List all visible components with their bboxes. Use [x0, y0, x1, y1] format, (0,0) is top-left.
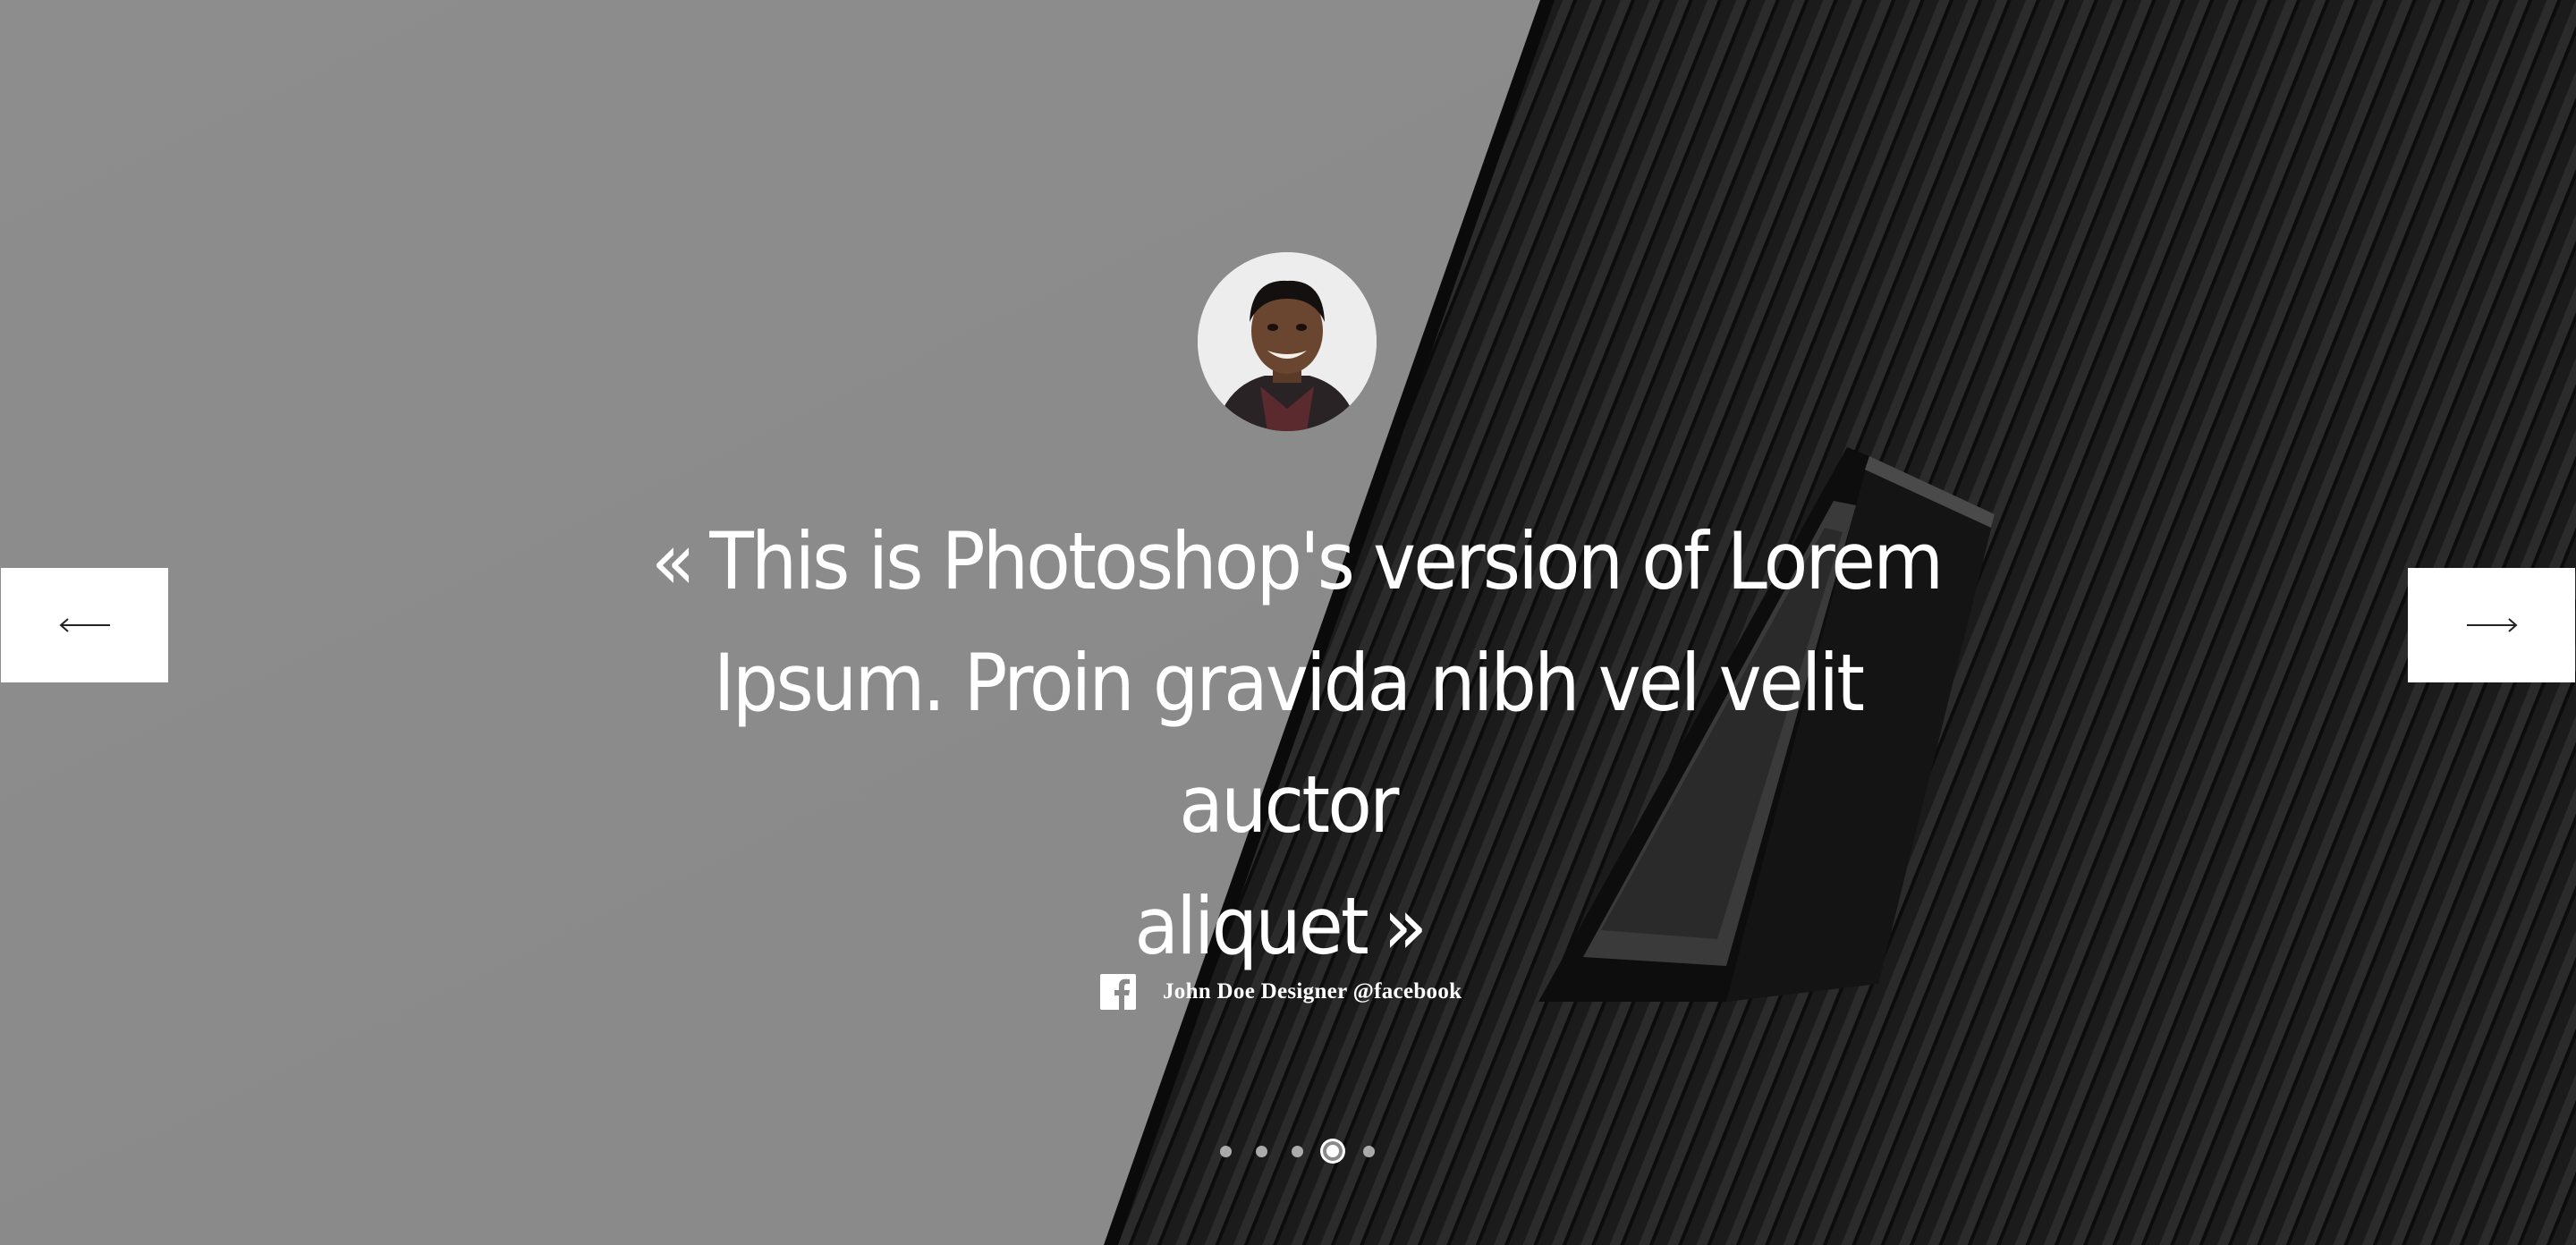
prev-slide-button[interactable] [1, 568, 168, 682]
next-slide-button[interactable] [2408, 568, 2575, 682]
arrow-right-icon [2466, 618, 2518, 632]
testimonial-quote: «This is Photoshop's version of Lorem Ip… [630, 501, 1946, 987]
quote-open-mark: « [651, 515, 696, 607]
slider-pagination [1208, 1140, 1386, 1162]
pagination-dot-5[interactable] [1351, 1140, 1386, 1162]
pagination-dot-3[interactable] [1279, 1140, 1315, 1162]
quote-line-3: aliquet» [630, 866, 1946, 987]
testimonial-slider: «This is Photoshop's version of Lorem Ip… [0, 0, 2576, 1245]
pagination-dot-1[interactable] [1208, 1140, 1243, 1162]
arrow-left-icon [58, 618, 110, 632]
quote-line-1: «This is Photoshop's version of Lorem [630, 501, 1946, 622]
author-name[interactable]: John Doe Designer @facebook [1163, 979, 1462, 1004]
author-avatar [1198, 252, 1377, 431]
author-credit: John Doe Designer @facebook [1100, 973, 1462, 1011]
quote-line-2: Ipsum. Proin gravida nibh vel velit auct… [713, 637, 1865, 851]
pagination-dot-4[interactable] [1315, 1140, 1351, 1162]
facebook-icon[interactable] [1100, 974, 1136, 1010]
pagination-dot-2[interactable] [1243, 1140, 1279, 1162]
quote-close-mark: » [1383, 880, 1428, 972]
